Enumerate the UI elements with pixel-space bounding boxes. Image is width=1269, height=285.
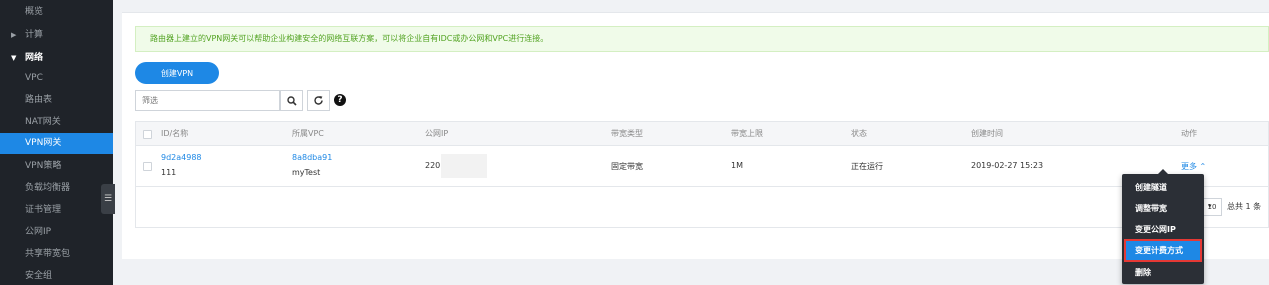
sidebar-item-route-table[interactable]: 路由表 [0,90,113,111]
sidebar-item-label: 路由表 [25,95,53,105]
sidebar-item-label: 证书管理 [25,205,62,215]
top-strip [113,0,1269,12]
sidebar-item-label: 负载均衡器 [25,183,71,193]
sidebar-item-label: 网络 [25,53,44,63]
refresh-button[interactable] [307,90,330,111]
sidebar-item-security-group[interactable]: 安全组 [0,266,113,285]
page-size-select[interactable]: 10 [1202,198,1222,216]
gateway-name: 111 [161,168,177,177]
redacted-block [441,154,487,178]
select-all-checkbox[interactable] [143,130,152,139]
more-actions-button[interactable]: 更多 ⌃ [1181,161,1206,172]
table-row: 9d2a4988 111 8a8dba91 myTest 220.2 固定带宽 … [136,147,1268,187]
menu-item-change-public-ip[interactable]: 变更公网IP [1122,219,1204,240]
column-header-action: 动作 [1181,129,1197,138]
sidebar-item-label: VPN策略 [25,161,62,171]
sidebar: 概览 ▶ 计算 ▼ 网络 VPC 路由表 NAT网关 VPN网关 VPN策略 负载均… [0,0,113,285]
column-header-vpc[interactable]: 所属VPC [292,122,324,146]
vpc-id-link[interactable]: 8a8dba91 [292,153,332,162]
status-text: 正在运行 [851,162,883,171]
menu-item-delete[interactable]: 删除 [1122,262,1204,283]
sidebar-item-label: 安全组 [25,271,53,281]
chevron-up-icon: ⌃ [1199,162,1207,171]
menu-item-change-billing[interactable]: 变更计费方式 [1124,239,1202,262]
column-header-id-name[interactable]: ID/名称 [161,122,188,146]
search-icon [286,95,297,106]
sidebar-item-label: NAT网关 [25,117,61,127]
menu-item-create-tunnel[interactable]: 创建隧道 [1122,177,1204,198]
chevron-down-icon: ▼ [11,54,17,62]
gateway-id-link[interactable]: 9d2a4988 [161,153,202,162]
sidebar-item-label: VPC [25,73,43,83]
sidebar-item-compute[interactable]: ▶ 计算 [0,25,113,46]
sidebar-item-nat-gateway[interactable]: NAT网关 [0,112,113,133]
info-banner: 路由器上建立的VPN网关可以帮助企业构建安全的网络互联方案，可以将企业自有IDC… [135,26,1269,52]
search-button[interactable] [280,90,303,111]
created-time: 2019-02-27 15:23 [971,161,1044,170]
bandwidth-type: 固定带宽 [611,162,643,171]
sidebar-item-vpn-policy[interactable]: VPN策略 [0,156,113,177]
row-checkbox[interactable] [143,162,152,171]
column-header-created[interactable]: 创建时间 [971,122,1003,146]
total-count: 总共 1 条 [1227,202,1262,211]
actions-menu: 创建隧道 调整带宽 变更公网IP 变更计费方式 删除 [1122,169,1204,284]
page-size-dropdown-icon[interactable]: ▾ [1208,202,1212,210]
create-vpn-button[interactable]: 创建VPN [135,62,219,84]
sidebar-item-label: VPN网关 [25,138,62,148]
sidebar-item-vpc[interactable]: VPC [0,68,113,89]
chevron-right-icon: ▶ [11,31,17,39]
sidebar-item-public-ip[interactable]: 公网IP [0,222,113,243]
column-header-bandwidth-limit[interactable]: 带宽上限 [731,122,763,146]
sidebar-item-shared-bandwidth[interactable]: 共享带宽包 [0,244,113,265]
collapse-icon: ☰ [103,194,113,204]
sidebar-item-label: 计算 [25,30,44,40]
column-header-public-ip[interactable]: 公网IP [425,122,448,146]
sidebar-item-network[interactable]: ▼ 网络 [0,48,113,69]
sidebar-item-overview[interactable]: 概览 [0,2,113,23]
sidebar-item-load-balancer[interactable]: 负载均衡器 [0,178,113,199]
sidebar-collapse-handle[interactable]: ☰ [101,184,115,214]
column-header-status[interactable]: 状态 [851,122,867,146]
vpn-gateway-table: ID/名称 所属VPC 公网IP 带宽类型 带宽上限 状态 创建时间 动作 9d… [135,121,1269,228]
table-header: ID/名称 所属VPC 公网IP 带宽类型 带宽上限 状态 创建时间 动作 [136,122,1268,146]
vpc-name: myTest [292,168,321,177]
column-header-bandwidth-type[interactable]: 带宽类型 [611,122,643,146]
filter-input[interactable] [135,90,280,111]
help-icon[interactable]: ? [334,94,346,106]
more-actions-label: 更多 [1181,162,1197,171]
bandwidth-limit: 1M [731,161,743,170]
sidebar-item-label: 概览 [25,7,44,17]
sidebar-item-certificates[interactable]: 证书管理 [0,200,113,221]
sidebar-item-label: 共享带宽包 [25,249,71,259]
menu-item-adjust-bandwidth[interactable]: 调整带宽 [1122,198,1204,219]
refresh-icon [314,96,323,105]
sidebar-item-label: 公网IP [25,227,52,237]
sidebar-item-vpn-gateway[interactable]: VPN网关 [0,133,113,154]
